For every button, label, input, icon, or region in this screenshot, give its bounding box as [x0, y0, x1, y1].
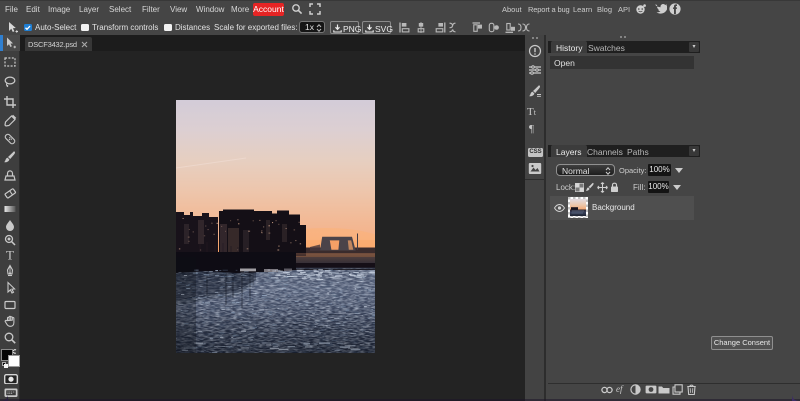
svg-text:T: T — [6, 248, 14, 262]
